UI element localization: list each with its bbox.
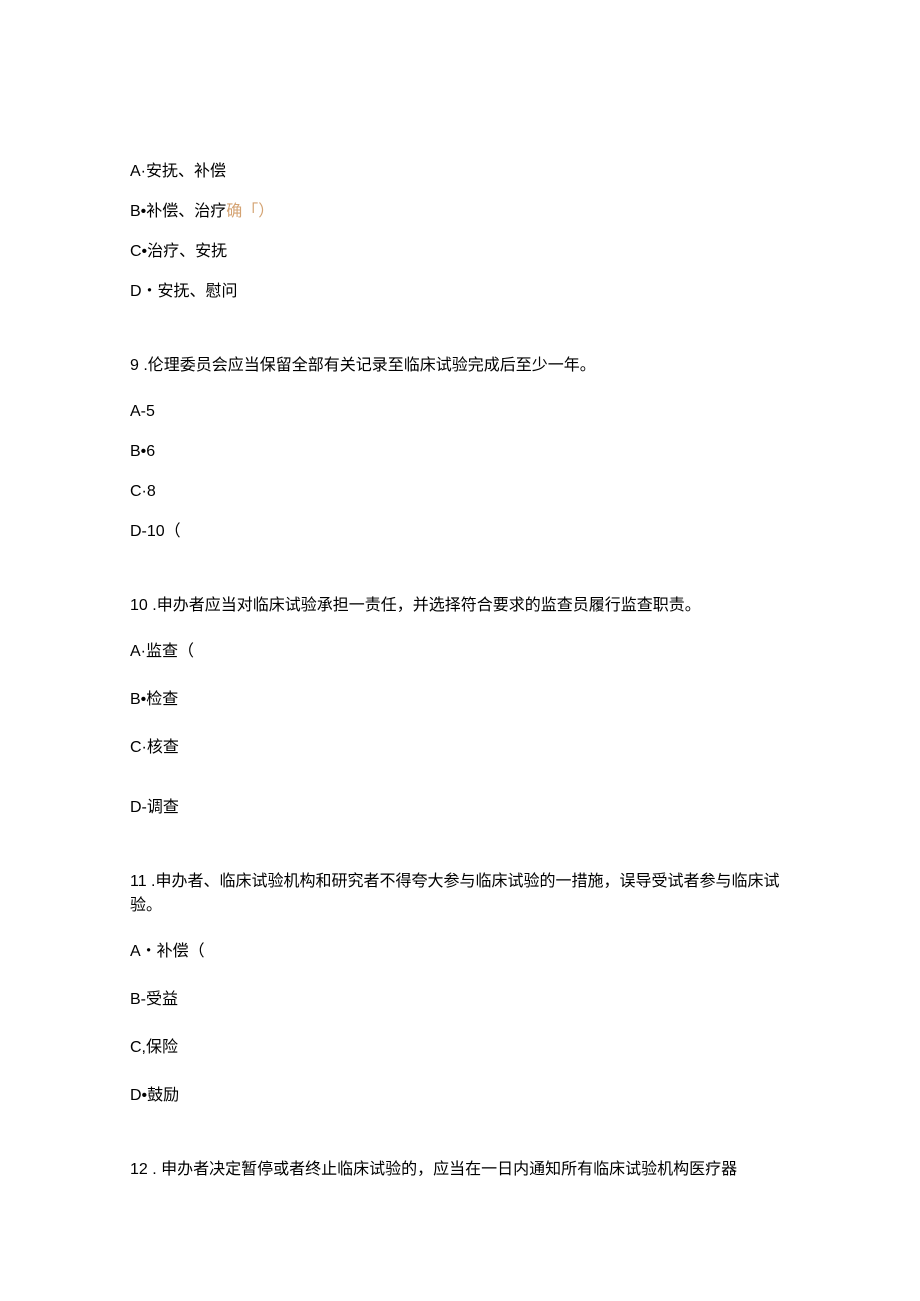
q8-options-group: A·安抚、补偿 B•补偿、治疗确「） C•治疗、安抚 D・安抚、慰问 xyxy=(130,160,790,304)
q10-question: 10 .申办者应当对临床试验承担一责任，并选择符合要求的监查员履行监查职责。 xyxy=(130,594,790,618)
q8-option-c: C•治疗、安抚 xyxy=(130,240,790,264)
q11-option-d: D•鼓励 xyxy=(130,1084,790,1108)
q10-option-b: B•检查 xyxy=(130,688,790,712)
q10-option-d: D-调查 xyxy=(130,796,790,820)
q9-option-d: D-10（ xyxy=(130,520,790,544)
q11-option-b: B-受益 xyxy=(130,988,790,1012)
q8-option-a: A·安抚、补偿 xyxy=(130,160,790,184)
q9-option-c: C·8 xyxy=(130,480,790,504)
q11-question: 11 .申办者、临床试验机构和研究者不得夸大参与临床试验的一措施，误导受试者参与… xyxy=(130,870,790,918)
q12-question: 12 . 申办者决定暂停或者终止临床试验的，应当在一日内通知所有临床试验机构医疗… xyxy=(130,1158,790,1182)
q8-option-b-highlight: 确「） xyxy=(226,203,274,220)
q8-option-b: B•补偿、治疗确「） xyxy=(130,200,790,224)
q11-options-group: A・补偿（ B-受益 C,保险 D•鼓励 xyxy=(130,940,790,1108)
q10-option-a: A·监查（ xyxy=(130,640,790,664)
q11-option-a: A・补偿（ xyxy=(130,940,790,964)
q10-options-group: A·监查（ B•检查 C·核查 D-调查 xyxy=(130,640,790,820)
q8-option-b-text: B•补偿、治疗 xyxy=(130,203,226,220)
document-page: A·安抚、补偿 B•补偿、治疗确「） C•治疗、安抚 D・安抚、慰问 9 .伦理… xyxy=(0,0,920,1301)
q9-options-group: A-5 B•6 C·8 D-10（ xyxy=(130,400,790,544)
q8-option-d: D・安抚、慰问 xyxy=(130,280,790,304)
q11-option-c: C,保险 xyxy=(130,1036,790,1060)
q9-question: 9 .伦理委员会应当保留全部有关记录至临床试验完成后至少一年。 xyxy=(130,354,790,378)
q10-option-c: C·核查 xyxy=(130,736,790,760)
q9-option-a: A-5 xyxy=(130,400,790,424)
q9-option-b: B•6 xyxy=(130,440,790,464)
